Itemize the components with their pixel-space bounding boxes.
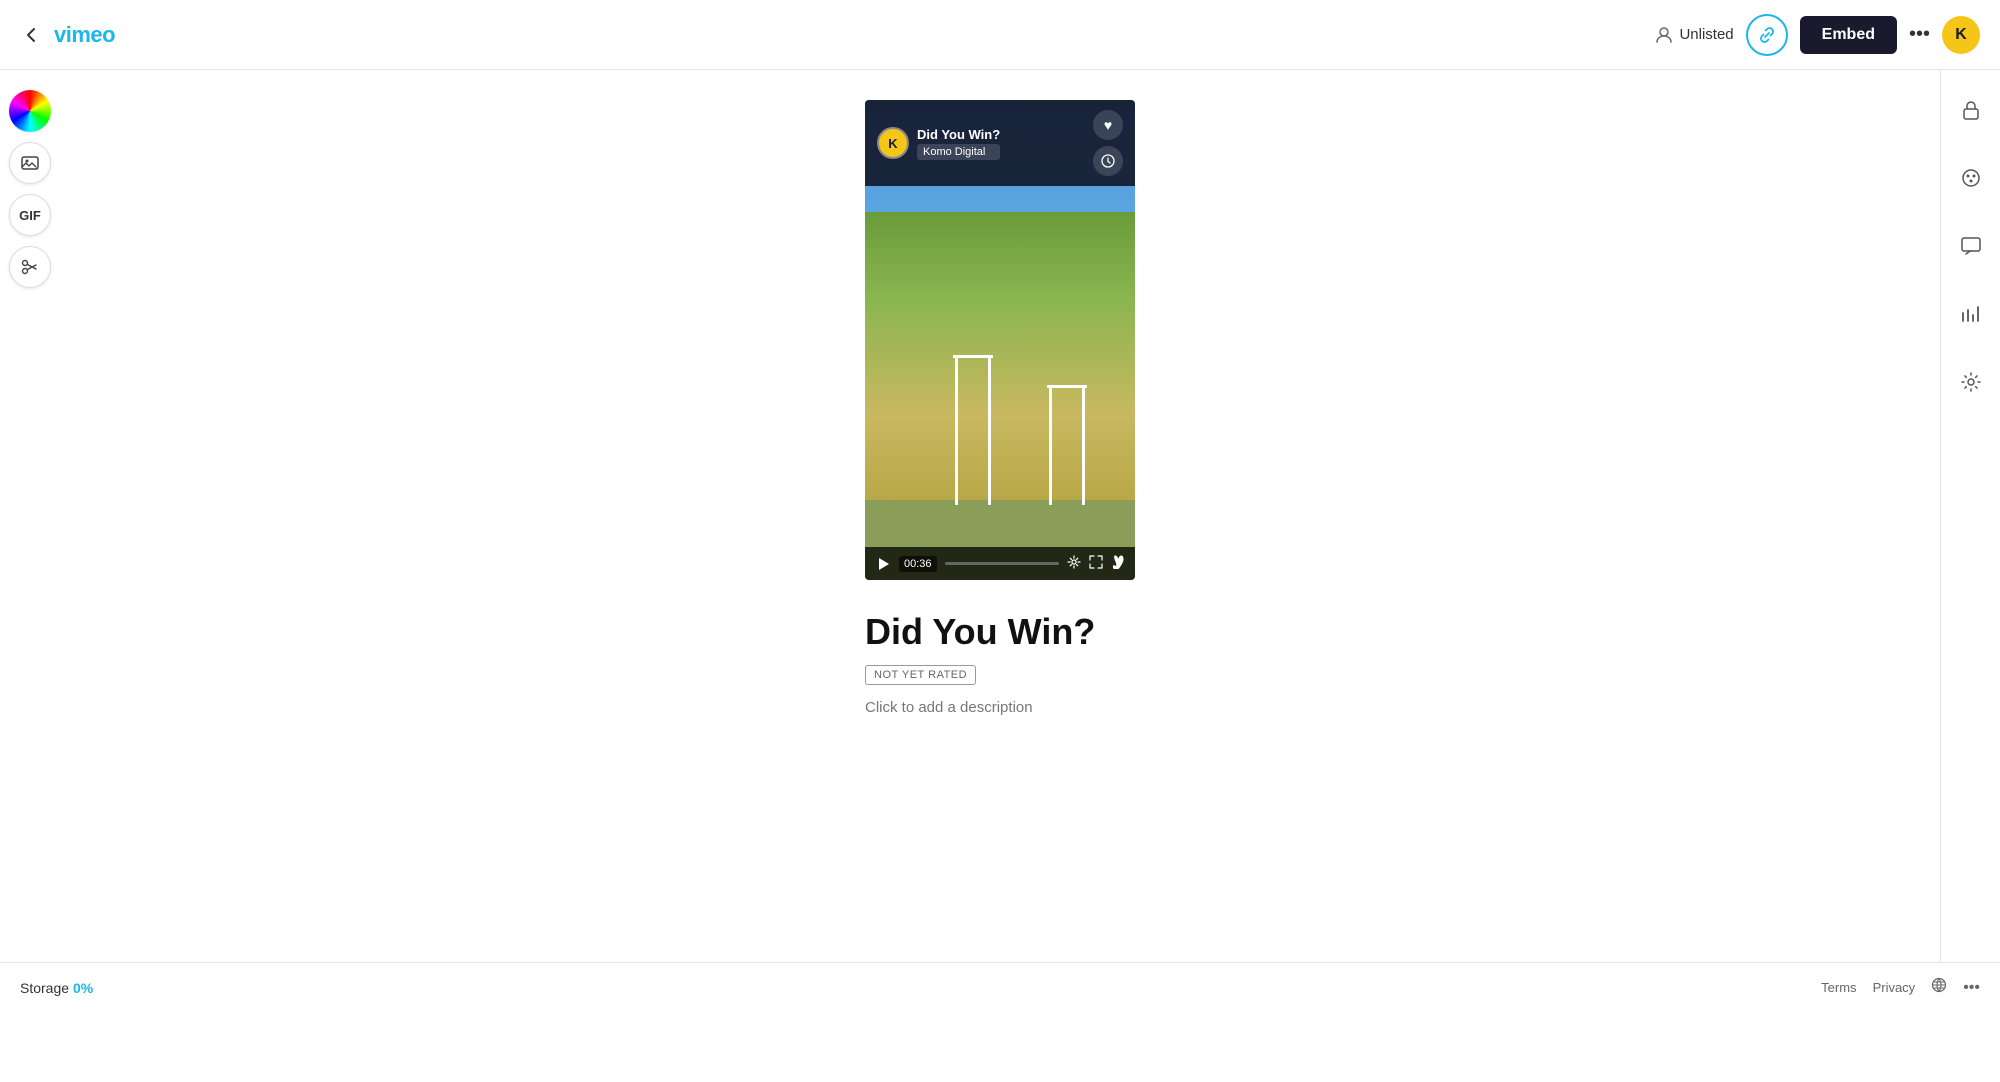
- play-button[interactable]: [875, 556, 891, 572]
- palette-sidebar-button[interactable]: [1951, 158, 1991, 198]
- time-display: 00:36: [899, 556, 937, 572]
- embed-button[interactable]: Embed: [1800, 16, 1897, 54]
- video-overlay-header: K Did You Win? Komo Digital ♥: [865, 100, 1135, 186]
- video-player[interactable]: K Did You Win? Komo Digital ♥: [865, 100, 1135, 580]
- gif-tool[interactable]: GIF: [9, 194, 51, 236]
- main-footer: Storage 0% Terms Privacy •••: [0, 962, 2000, 1012]
- overlay-clock-button[interactable]: [1093, 146, 1123, 176]
- overlay-actions: ♥: [1093, 110, 1123, 176]
- color-wheel-tool[interactable]: [9, 90, 51, 132]
- right-sidebar: [1940, 70, 2000, 1012]
- main-header: vimeo Unlisted Embed ••• K: [0, 0, 2000, 70]
- fullscreen-button[interactable]: [1089, 555, 1103, 572]
- header-right: Unlisted Embed ••• K: [1655, 14, 1980, 56]
- gif-label: GIF: [19, 208, 41, 223]
- description-placeholder[interactable]: Click to add a description: [865, 699, 1135, 716]
- komo-avatar: K: [877, 127, 909, 159]
- lock-sidebar-button[interactable]: [1951, 90, 1991, 130]
- left-toolbar: GIF: [0, 70, 60, 308]
- comment-sidebar-button[interactable]: [1951, 226, 1991, 266]
- footer-more-icon: •••: [1963, 979, 1980, 996]
- video-title: Did You Win?: [865, 610, 1135, 653]
- image-tool[interactable]: [9, 142, 51, 184]
- analytics-sidebar-button[interactable]: [1951, 294, 1991, 334]
- overlay-heart-button[interactable]: ♥: [1093, 110, 1123, 140]
- heart-icon: ♥: [1104, 117, 1112, 133]
- footer-right: Terms Privacy •••: [1821, 977, 1980, 998]
- storage-label: Storage 0%: [20, 980, 93, 996]
- scissors-tool[interactable]: [9, 246, 51, 288]
- goal-post-left: [955, 355, 991, 505]
- more-icon: •••: [1909, 23, 1930, 46]
- main-content: K Did You Win? Komo Digital ♥: [60, 70, 1940, 746]
- footer-more-button[interactable]: •••: [1963, 979, 1980, 997]
- back-button[interactable]: [20, 24, 42, 46]
- user-avatar[interactable]: K: [1942, 16, 1980, 54]
- rating-badge: NOT YET RATED: [865, 665, 976, 685]
- goal-post-right: [1049, 385, 1085, 505]
- privacy-link[interactable]: Privacy: [1873, 980, 1916, 995]
- overlay-channel-name: Komo Digital: [917, 144, 1000, 160]
- storage-percentage: 0%: [73, 980, 93, 996]
- field-background: [865, 212, 1135, 500]
- video-controls: 00:36: [865, 547, 1135, 580]
- progress-bar[interactable]: [945, 562, 1059, 565]
- settings-control-button[interactable]: [1067, 555, 1081, 572]
- unlisted-label: Unlisted: [1679, 26, 1733, 43]
- header-left: vimeo: [20, 22, 115, 48]
- overlay-channel-info: K Did You Win? Komo Digital: [877, 127, 1000, 160]
- vimeo-logo: vimeo: [54, 22, 115, 48]
- terms-link[interactable]: Terms: [1821, 980, 1856, 995]
- link-icon-button[interactable]: [1746, 14, 1788, 56]
- vimeo-control-button[interactable]: [1111, 555, 1125, 572]
- footer-globe-button[interactable]: [1931, 977, 1947, 998]
- settings-sidebar-button[interactable]: [1951, 362, 1991, 402]
- more-options-button[interactable]: •••: [1909, 23, 1930, 46]
- overlay-video-title: Did You Win?: [917, 127, 1000, 142]
- video-info: Did You Win? NOT YET RATED Click to add …: [865, 610, 1135, 716]
- unlisted-button[interactable]: Unlisted: [1655, 26, 1733, 44]
- overlay-title-group: Did You Win? Komo Digital: [917, 127, 1000, 160]
